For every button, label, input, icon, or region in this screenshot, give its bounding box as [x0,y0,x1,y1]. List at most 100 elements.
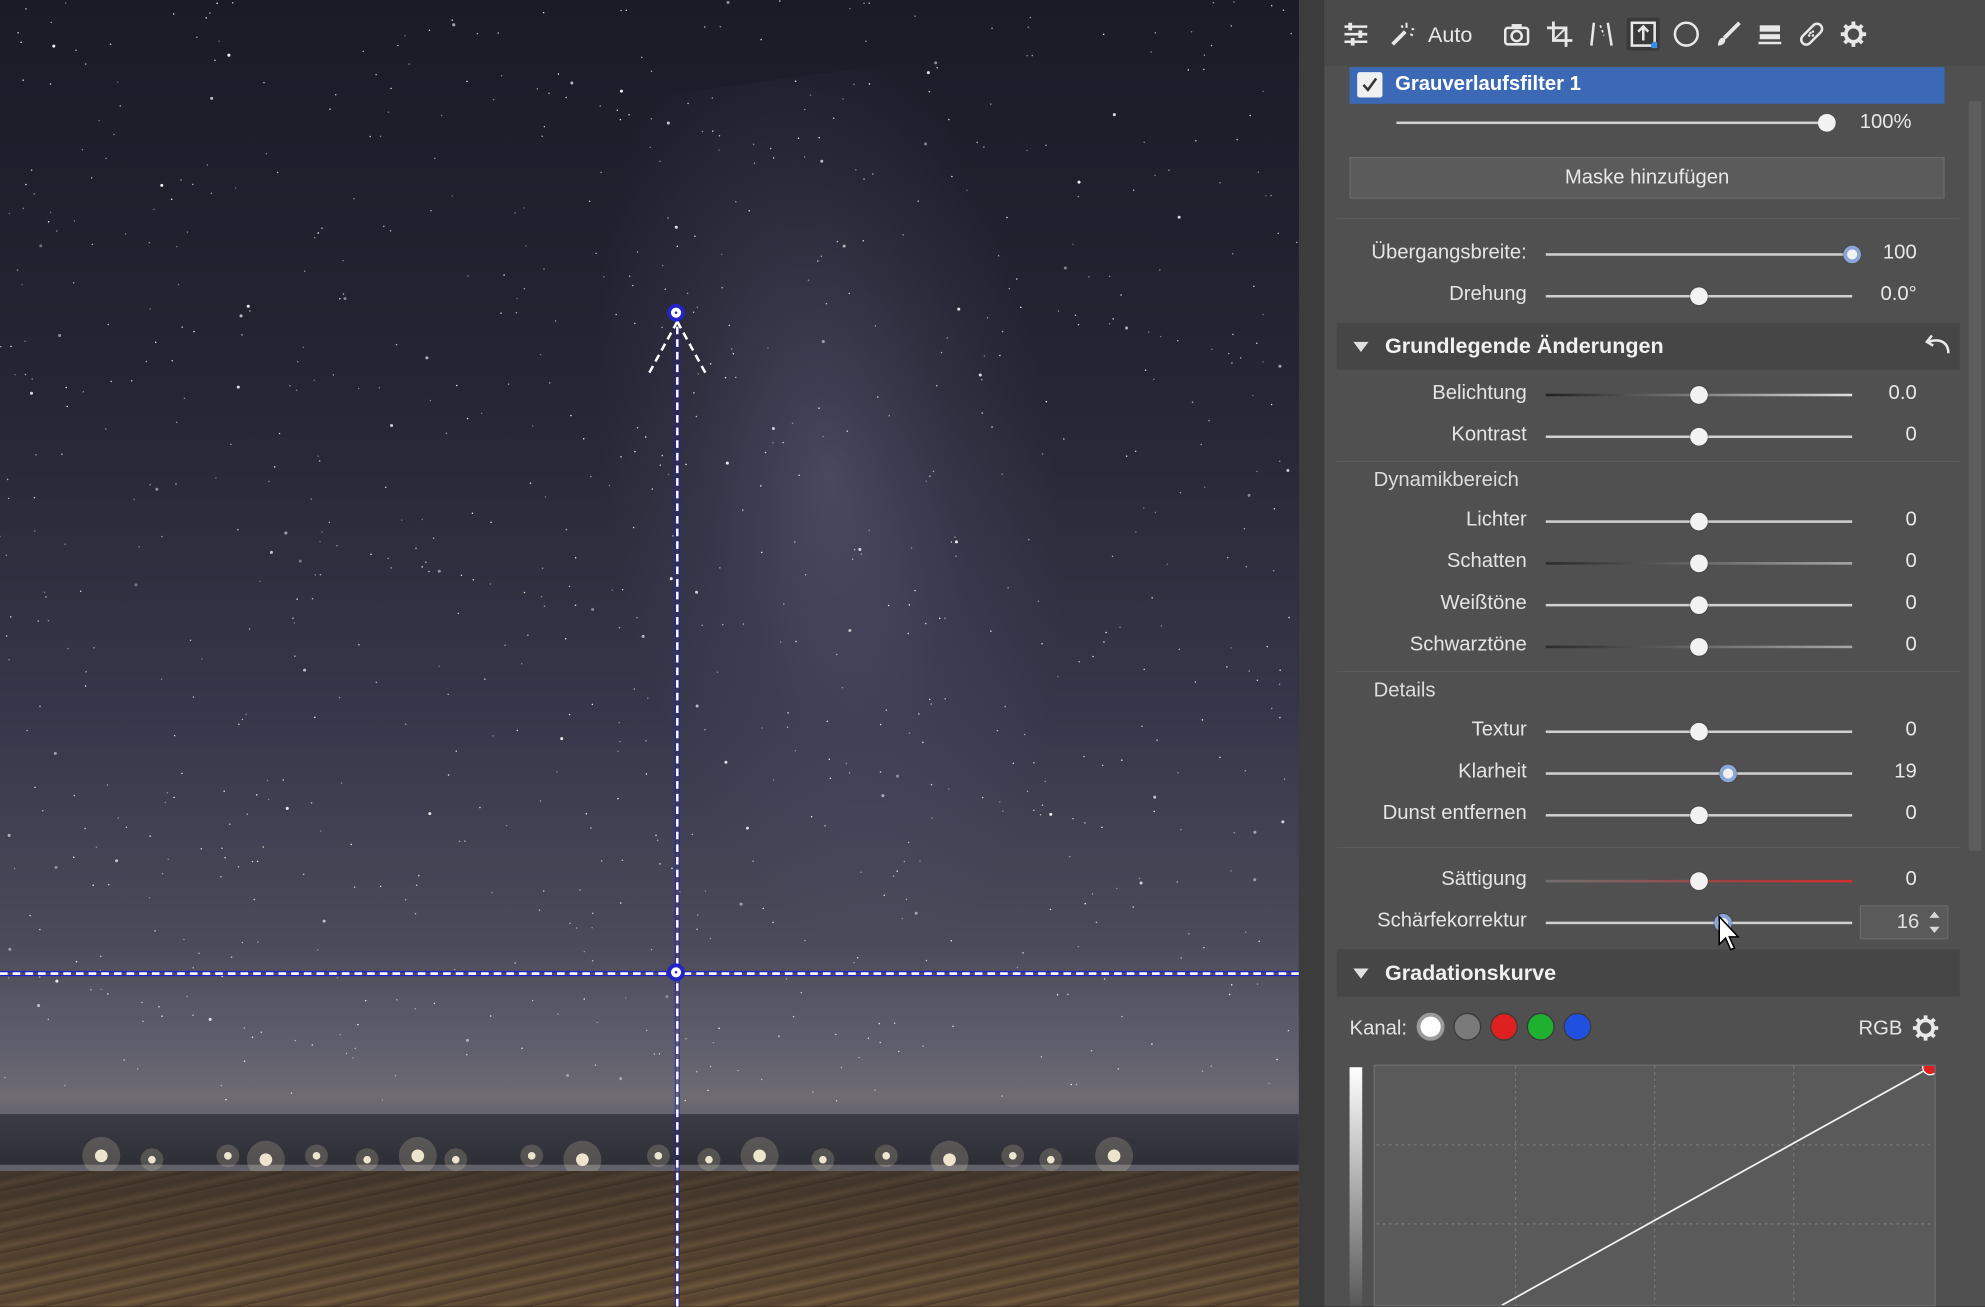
slider-value: 0 [1905,508,1917,531]
sharpness-spinbox[interactable]: 16 [1859,905,1949,940]
collapse-triangle-icon[interactable] [1353,968,1369,979]
slider-label: Schwarztöne [1409,634,1527,656]
channel-red-button[interactable] [1490,1012,1518,1041]
slider-label: Klarheit [1458,760,1527,783]
spin-down-icon[interactable] [1929,926,1940,934]
sharpness-spin-value[interactable]: 16 [1897,912,1920,935]
gradient-end-handle[interactable] [667,303,685,322]
healing-icon[interactable] [1795,18,1828,51]
magic-wand-icon[interactable] [1385,18,1418,51]
eraser-icon[interactable] [1753,18,1786,51]
slider-knob[interactable] [1690,806,1708,825]
slider-knob[interactable] [1690,872,1708,890]
slider-value: 0 [1905,868,1917,890]
filter-enabled-checkbox[interactable] [1357,72,1383,98]
slider-knob[interactable] [1690,722,1708,741]
slider-knob[interactable] [1690,638,1708,656]
photo-canvas[interactable] [0,0,1299,1307]
filter-opacity-row: 100% [1324,106,1985,139]
tool-toolbar: Auto [1324,0,1985,66]
gear-icon[interactable] [1837,18,1870,51]
slider-row: Weißtöne 0 [1324,587,1985,622]
slider-knob[interactable] [1690,596,1708,615]
auto-button-label[interactable]: Auto [1428,23,1472,48]
gradient-direction-arrow [647,320,708,376]
tone-curve-graph[interactable] [1373,1064,1936,1307]
camera-icon[interactable] [1500,18,1533,51]
tone-gradient-bar [1349,1067,1363,1307]
slider-knob[interactable] [1690,287,1708,306]
slider-row: Lichter 0 [1324,504,1985,539]
slider-label: Übergangsbreite: [1371,241,1527,264]
slider-value: 0 [1905,592,1917,615]
channel-label: Kanal: [1349,1017,1408,1040]
slider-value: 100 [1882,241,1917,264]
gradient-center-handle[interactable] [667,963,685,982]
slider-value: 0 [1905,719,1917,741]
brush-icon[interactable] [1712,18,1745,51]
radial-filter-icon[interactable] [1670,18,1703,51]
slider-value: 0 [1905,802,1917,825]
slider-row: Drehung 0.0° [1324,279,1985,314]
opacity-slider-track[interactable] [1396,121,1827,125]
slider-knob[interactable] [1843,245,1862,264]
filter-header[interactable]: Grauverlaufsfilter 1 [1349,67,1945,104]
curve-line [1501,1066,1931,1306]
sliders-icon[interactable] [1339,18,1372,51]
slider-track[interactable] [1545,921,1853,925]
gear-icon[interactable] [1912,1014,1940,1042]
slider-label: Schärfekorrektur [1377,910,1527,932]
section-basic-adjustments[interactable]: Grundlegende Änderungen [1336,322,1960,370]
curve-point [1922,1065,1935,1076]
channel-gray-button[interactable] [1453,1012,1482,1041]
mouse-cursor-icon [1718,914,1740,951]
section-title: Grundlegende Änderungen [1385,334,1664,359]
gradient-filter-icon[interactable] [1626,17,1660,51]
slider-label: Weißtöne [1440,592,1527,615]
gradient-axis-line[interactable] [674,312,680,1307]
spin-up-icon[interactable] [1929,911,1940,918]
slider-value: 0.0° [1880,283,1917,306]
collapse-triangle-icon[interactable] [1353,341,1369,352]
crop-icon[interactable] [1543,18,1576,51]
opacity-value: 100% [1859,111,1912,133]
slider-knob[interactable] [1690,386,1708,404]
undo-icon[interactable] [1924,330,1952,358]
slider-row: Textur 0 [1324,714,1985,749]
slider-label: Belichtung [1432,382,1527,404]
slider-label: Lichter [1465,508,1527,531]
filter-name: Grauverlaufsfilter 1 [1395,73,1581,95]
slider-label: Sättigung [1441,868,1527,890]
slider-row: Belichtung 0.0 [1324,377,1985,412]
section-title: Gradationskurve [1385,960,1557,985]
slider-label: Dunst entfernen [1382,802,1527,825]
slider-track[interactable] [1545,772,1853,775]
curve-mode-label[interactable]: RGB [1858,1018,1902,1041]
gradient-center-line[interactable] [0,972,1299,975]
slider-track[interactable] [1545,253,1853,256]
slider-label: Schatten [1446,550,1527,573]
slider-knob[interactable] [1690,512,1708,531]
slider-knob[interactable] [1690,554,1708,573]
slider-knob[interactable] [1719,764,1737,783]
section-tone-curve[interactable]: Gradationskurve [1336,949,1960,997]
slider-row: Übergangsbreite: 100 [1324,237,1985,272]
slider-row: Schatten 0 [1324,546,1985,581]
perspective-icon[interactable] [1585,18,1618,51]
slider-row: Kontrast 0 [1324,419,1985,454]
panel-splitter[interactable] [1298,0,1325,1307]
dynamic-range-heading: Dynamikbereich [1373,469,1519,492]
adjustment-panel: Auto Grauverlaufsfilter 1 100% Maske hin… [1324,0,1985,1307]
slider-knob[interactable] [1690,427,1708,446]
star-field [0,0,1298,1102]
channel-green-button[interactable] [1526,1012,1555,1041]
slider-value: 0.0 [1888,382,1917,404]
slider-label: Drehung [1449,283,1527,306]
add-mask-button[interactable]: Maske hinzufügen [1349,156,1945,199]
channel-blue-button[interactable] [1563,1012,1592,1041]
slider-row: Sättigung 0 [1324,863,1985,898]
channel-white-button[interactable] [1416,1012,1445,1041]
slider-value: 0 [1905,550,1917,573]
slider-value: 0 [1905,424,1917,446]
opacity-slider-knob[interactable] [1817,113,1836,132]
